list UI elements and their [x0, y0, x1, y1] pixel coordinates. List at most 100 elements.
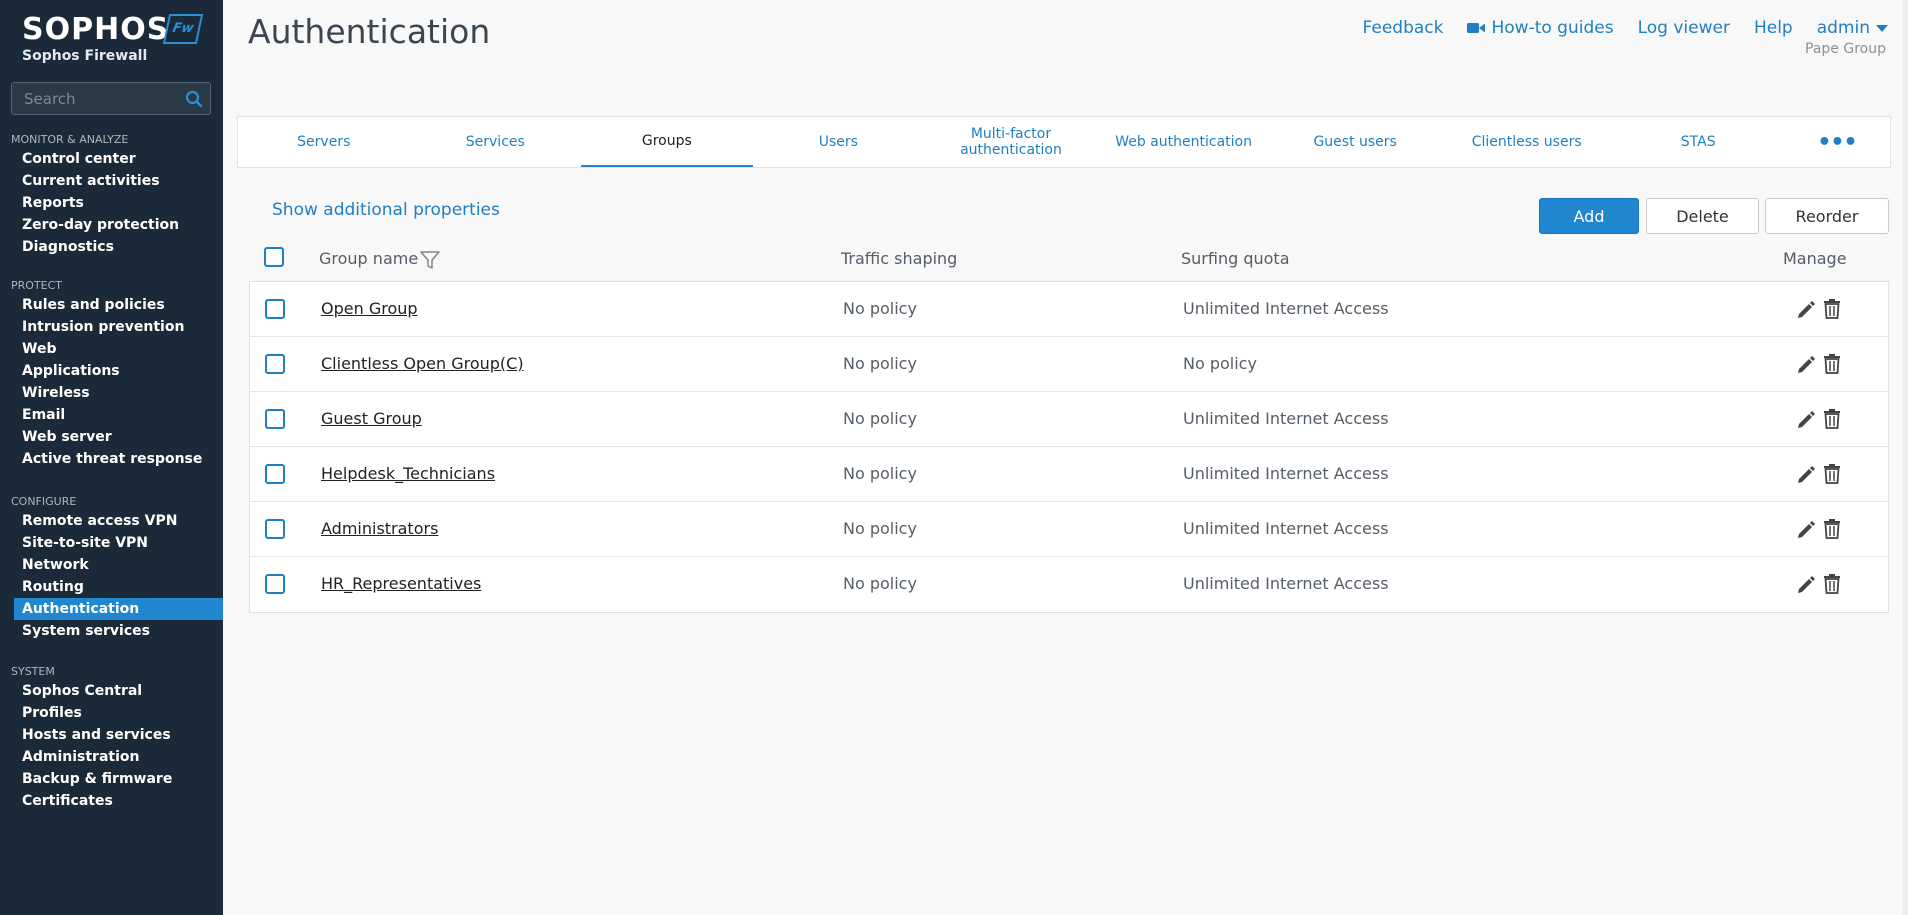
table-row: Guest Group No policy Unlimited Internet… — [250, 392, 1888, 447]
table-header: Group name Traffic shaping Surfing quota… — [249, 245, 1889, 281]
page-title: Authentication — [248, 12, 491, 51]
sidebar-item-email[interactable]: Email — [0, 404, 223, 426]
help-link[interactable]: Help — [1754, 18, 1793, 38]
row-checkbox[interactable] — [265, 464, 285, 484]
tab-services[interactable]: Services — [410, 117, 582, 167]
sidebar-item-backup-firmware[interactable]: Backup & firmware — [0, 768, 223, 790]
admin-label: admin — [1816, 18, 1870, 38]
sidebar-item-certificates[interactable]: Certificates — [0, 790, 223, 812]
tab-servers[interactable]: Servers — [238, 117, 410, 167]
table-row: Helpdesk_Technicians No policy Unlimited… — [250, 447, 1888, 502]
sidebar-item-current-activities[interactable]: Current activities — [0, 170, 223, 192]
delete-trash-icon[interactable] — [1823, 519, 1841, 539]
column-header-manage: Manage — [1783, 249, 1847, 268]
sidebar-item-rules-and-policies[interactable]: Rules and policies — [0, 294, 223, 316]
tab-users[interactable]: Users — [753, 117, 925, 167]
sidebar-item-applications[interactable]: Applications — [0, 360, 223, 382]
search-icon[interactable] — [185, 90, 203, 108]
group-name-link[interactable]: Administrators — [321, 519, 438, 538]
column-header-surfing-quota: Surfing quota — [1181, 249, 1290, 268]
brand: SOPHOS Sophos Firewall — [22, 14, 169, 65]
tab-groups[interactable]: Groups — [581, 117, 753, 167]
nav-heading: SYSTEM — [11, 665, 55, 678]
log-viewer-link[interactable]: Log viewer — [1638, 18, 1730, 38]
sidebar-item-sophos-central[interactable]: Sophos Central — [0, 680, 223, 702]
row-checkbox[interactable] — [265, 519, 285, 539]
group-name-link[interactable]: Open Group — [321, 299, 418, 318]
sidebar-item-remote-access-vpn[interactable]: Remote access VPN — [0, 510, 223, 532]
feedback-link[interactable]: Feedback — [1363, 18, 1444, 38]
nav-section-monitor: MONITOR & ANALYZE Control center Current… — [0, 132, 223, 258]
search-input[interactable] — [12, 83, 182, 114]
sidebar-item-routing[interactable]: Routing — [0, 576, 223, 598]
group-name-link[interactable]: Guest Group — [321, 409, 422, 428]
how-to-guides-link[interactable]: How-to guides — [1467, 18, 1614, 38]
reorder-button[interactable]: Reorder — [1765, 198, 1889, 234]
traffic-shaping-value: No policy — [843, 409, 917, 428]
sidebar-item-administration[interactable]: Administration — [0, 746, 223, 768]
edit-pencil-icon[interactable] — [1797, 355, 1816, 374]
sidebar-item-profiles[interactable]: Profiles — [0, 702, 223, 724]
sidebar-item-diagnostics[interactable]: Diagnostics — [0, 236, 223, 258]
edit-pencil-icon[interactable] — [1797, 410, 1816, 429]
sidebar-item-site-to-site-vpn[interactable]: Site-to-site VPN — [0, 532, 223, 554]
sidebar-item-system-services[interactable]: System services — [0, 620, 223, 642]
column-header-traffic-shaping: Traffic shaping — [841, 249, 958, 268]
traffic-shaping-value: No policy — [843, 354, 917, 373]
add-button[interactable]: Add — [1539, 198, 1639, 234]
sidebar-item-zero-day-protection[interactable]: Zero-day protection — [0, 214, 223, 236]
surfing-quota-value: Unlimited Internet Access — [1183, 519, 1389, 538]
admin-menu[interactable]: admin — [1817, 18, 1888, 38]
sidebar-item-reports[interactable]: Reports — [0, 192, 223, 214]
chevron-down-icon — [1876, 24, 1888, 32]
sidebar-item-active-threat-response[interactable]: Active threat response — [0, 448, 223, 470]
delete-button[interactable]: Delete — [1646, 198, 1759, 234]
select-all-checkbox[interactable] — [264, 247, 284, 267]
more-tabs-icon[interactable]: ••• — [1784, 117, 1890, 167]
tab-multi-factor-authentication[interactable]: Multi-factor authentication — [924, 117, 1098, 167]
group-name-link[interactable]: Clientless Open Group(C) — [321, 354, 524, 373]
sidebar-item-network[interactable]: Network — [0, 554, 223, 576]
surfing-quota-value: Unlimited Internet Access — [1183, 299, 1389, 318]
tab-guest-users[interactable]: Guest users — [1269, 117, 1441, 167]
sidebar-item-authentication[interactable]: Authentication — [14, 598, 223, 620]
delete-trash-icon[interactable] — [1823, 464, 1841, 484]
how-to-guides-label: How-to guides — [1491, 18, 1614, 38]
delete-trash-icon[interactable] — [1823, 354, 1841, 374]
video-camera-icon — [1467, 23, 1486, 33]
delete-trash-icon[interactable] — [1823, 409, 1841, 429]
tab-stas[interactable]: STAS — [1612, 117, 1784, 167]
sidebar-item-hosts-and-services[interactable]: Hosts and services — [0, 724, 223, 746]
row-checkbox[interactable] — [265, 354, 285, 374]
traffic-shaping-value: No policy — [843, 464, 917, 483]
sidebar-item-web[interactable]: Web — [0, 338, 223, 360]
tab-web-authentication[interactable]: Web authentication — [1098, 117, 1270, 167]
row-checkbox[interactable] — [265, 409, 285, 429]
group-name-link[interactable]: HR_Representatives — [321, 574, 481, 593]
sidebar: SOPHOS Sophos Firewall Fw MONITOR & ANAL… — [0, 0, 223, 915]
edit-pencil-icon[interactable] — [1797, 300, 1816, 319]
delete-trash-icon[interactable] — [1823, 299, 1841, 319]
group-name-link[interactable]: Helpdesk_Technicians — [321, 464, 495, 483]
surfing-quota-value: Unlimited Internet Access — [1183, 574, 1389, 593]
column-header-group-name: Group name — [319, 249, 419, 268]
page-scrollbar[interactable] — [1902, 0, 1908, 915]
nav-section-protect: PROTECT Rules and policies Intrusion pre… — [0, 278, 223, 470]
sidebar-item-intrusion-prevention[interactable]: Intrusion prevention — [0, 316, 223, 338]
show-additional-properties-link[interactable]: Show additional properties — [272, 200, 500, 220]
delete-trash-icon[interactable] — [1823, 574, 1841, 594]
sidebar-item-wireless[interactable]: Wireless — [0, 382, 223, 404]
nav-heading: MONITOR & ANALYZE — [11, 133, 129, 146]
tab-clientless-users[interactable]: Clientless users — [1441, 117, 1613, 167]
sidebar-item-web-server[interactable]: Web server — [0, 426, 223, 448]
filter-icon[interactable] — [419, 249, 441, 271]
surfing-quota-value: Unlimited Internet Access — [1183, 464, 1389, 483]
edit-pencil-icon[interactable] — [1797, 465, 1816, 484]
edit-pencil-icon[interactable] — [1797, 520, 1816, 539]
edit-pencil-icon[interactable] — [1797, 575, 1816, 594]
sidebar-item-control-center[interactable]: Control center — [0, 148, 223, 170]
brand-product: Sophos Firewall — [22, 48, 148, 64]
row-checkbox[interactable] — [265, 574, 285, 594]
row-checkbox[interactable] — [265, 299, 285, 319]
traffic-shaping-value: No policy — [843, 574, 917, 593]
